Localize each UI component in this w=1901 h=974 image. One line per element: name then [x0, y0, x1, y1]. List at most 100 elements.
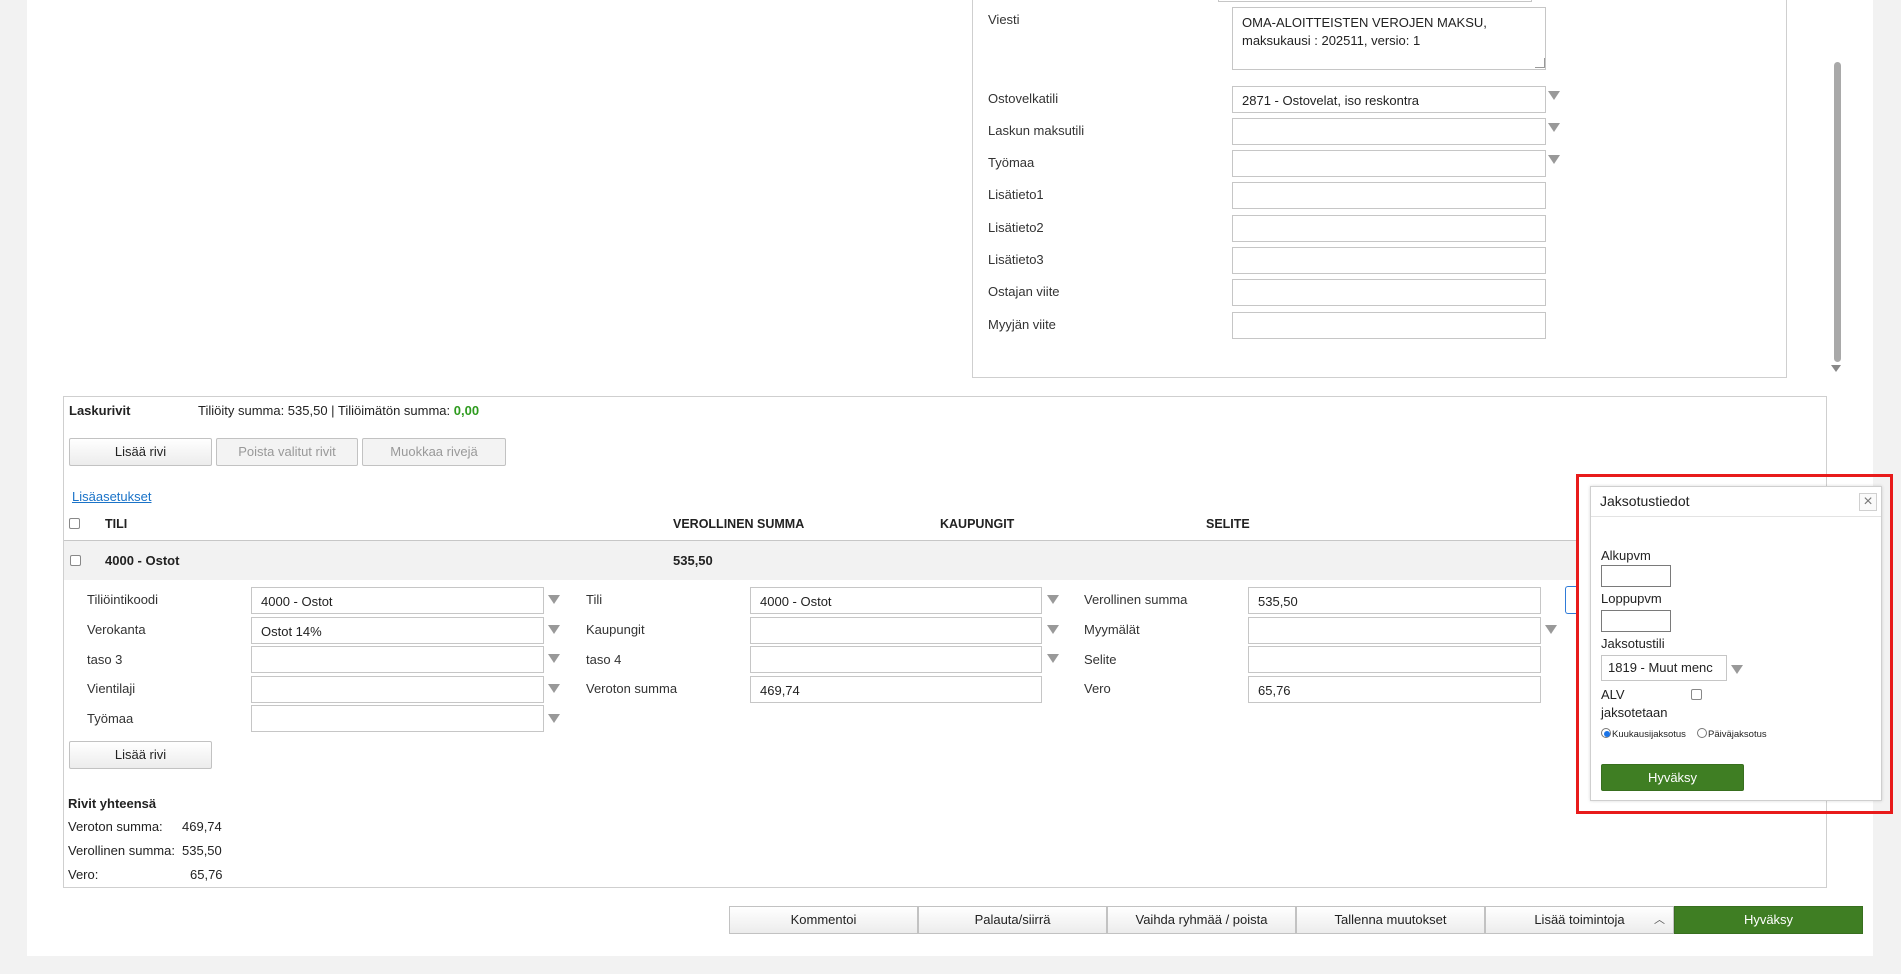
kaupungit-label: Kaupungit — [586, 622, 645, 637]
comment-button[interactable]: Kommentoi — [729, 906, 918, 934]
chevron-down-icon[interactable] — [548, 654, 560, 663]
myymalat-select[interactable] — [1248, 617, 1541, 644]
resize-handle[interactable] — [1535, 58, 1545, 68]
chevron-down-icon[interactable] — [548, 684, 560, 693]
viesti-textarea[interactable]: OMA-ALOITTEISTEN VEROJEN MAKSU, maksukau… — [1232, 7, 1546, 70]
lisatieto2-input[interactable] — [1232, 215, 1546, 242]
chevron-down-icon[interactable] — [1047, 625, 1059, 634]
totals-vero-value: 65,76 — [190, 867, 223, 882]
totals-title: Rivit yhteensä — [68, 796, 157, 811]
lisatieto1-input[interactable] — [1232, 182, 1546, 209]
laskun-maksutili-label: Laskun maksutili — [988, 123, 1085, 138]
change-group-delete-button[interactable]: Vaihda ryhmää / poista — [1107, 906, 1296, 934]
selite-input[interactable] — [1248, 646, 1541, 673]
scrollbar-thumb[interactable] — [1834, 62, 1841, 362]
more-actions-button[interactable]: Lisää toimintoja ︿ — [1485, 906, 1674, 934]
vero-label: Vero — [1084, 681, 1111, 696]
alv-label: ALV — [1601, 687, 1625, 702]
edit-rows-button[interactable]: Muokkaa rivejä — [362, 438, 506, 466]
vero-input[interactable]: 65,76 — [1248, 676, 1541, 703]
daily-radio[interactable] — [1697, 728, 1707, 738]
dialog-title: Jaksotustiedot — [1600, 493, 1690, 509]
laskurivit-title: Laskurivit — [69, 403, 131, 418]
ostajan-viite-label: Ostajan viite — [988, 284, 1060, 299]
daily-radio-label: Päiväjaksotus — [1708, 729, 1767, 740]
lisatieto3-label: Lisätieto3 — [988, 252, 1044, 267]
chevron-up-icon: ︿ — [1654, 914, 1665, 926]
ostajan-viite-input[interactable] — [1232, 279, 1546, 306]
tili-label: Tili — [586, 592, 603, 607]
column-header-tili[interactable]: TILI — [105, 517, 127, 531]
verokanta-select[interactable]: Ostot 14% — [251, 617, 544, 644]
column-header-selite[interactable]: SELITE — [1206, 517, 1250, 531]
myyjan-viite-label: Myyjän viite — [988, 317, 1056, 332]
loppupvm-input[interactable] — [1601, 610, 1671, 632]
add-row-bottom-button[interactable]: Lisää rivi — [69, 741, 212, 769]
chevron-down-icon[interactable] — [548, 595, 560, 604]
posting-summary-text: Tiliöity summa: 535,50 | Tiliöimätön sum… — [198, 403, 454, 418]
select-all-checkbox[interactable] — [69, 518, 80, 529]
field-above-cutoff — [1218, 0, 1532, 2]
vientilaji-label: Vientilaji — [87, 681, 136, 696]
add-row-button[interactable]: Lisää rivi — [69, 438, 212, 466]
more-actions-label: Lisää toimintoja — [1534, 912, 1625, 927]
tyomaa-row-label: Työmaa — [87, 711, 134, 726]
chevron-down-icon[interactable] — [1545, 625, 1557, 634]
tili-select[interactable]: 4000 - Ostot — [750, 587, 1042, 614]
chevron-down-icon[interactable] — [1548, 123, 1560, 132]
laskun-maksutili-select[interactable] — [1232, 118, 1546, 145]
invoice-header-form: Viesti OMA-ALOITTEISTEN VEROJEN MAKSU, m… — [972, 0, 1787, 378]
dialog-approve-button[interactable]: Hyväksy — [1601, 764, 1744, 791]
more-settings-link[interactable]: Lisäasetukset — [72, 489, 152, 504]
taso4-label: taso 4 — [586, 652, 622, 667]
tiliointikoodi-label: Tiliöintikoodi — [87, 592, 159, 607]
alv-checkbox[interactable] — [1691, 689, 1702, 700]
column-header-verollinen-summa[interactable]: VEROLLINEN SUMMA — [673, 517, 804, 531]
selite-label: Selite — [1084, 652, 1117, 667]
chevron-down-icon[interactable] — [1731, 665, 1743, 674]
row-checkbox[interactable] — [70, 555, 81, 566]
jaksotustiedot-dialog: Jaksotustiedot × Alkupvm Loppupvm Jaksot… — [1590, 486, 1882, 801]
chevron-down-icon[interactable] — [548, 625, 560, 634]
row-tili: 4000 - Ostot — [105, 553, 180, 568]
delete-selected-rows-button[interactable]: Poista valitut rivit — [216, 438, 358, 466]
monthly-radio[interactable] — [1601, 728, 1611, 738]
chevron-down-icon[interactable] — [548, 714, 560, 723]
taso3-select[interactable] — [251, 646, 544, 673]
unposted-amount: 0,00 — [453, 403, 480, 418]
tiliointikoodi-select[interactable]: 4000 - Ostot — [251, 587, 544, 614]
approve-button[interactable]: Hyväksy — [1674, 906, 1863, 934]
kaupungit-select[interactable] — [750, 617, 1042, 644]
chevron-down-icon[interactable] — [1548, 91, 1560, 100]
ostovelkatili-select[interactable]: 2871 - Ostovelat, iso reskontra — [1232, 86, 1546, 113]
totals-verollinen-value: 535,50 — [182, 843, 222, 858]
close-icon[interactable]: × — [1859, 493, 1877, 511]
jaksotustili-select[interactable]: 1819 - Muut menc — [1601, 655, 1727, 681]
tyomaa-select[interactable] — [1232, 150, 1546, 177]
lisatieto3-input[interactable] — [1232, 247, 1546, 274]
scroll-down-arrow[interactable] — [1831, 365, 1841, 372]
row-verollinen-summa: 535,50 — [673, 553, 713, 568]
monthly-radio-label: Kuukausijaksotus — [1612, 729, 1686, 740]
totals-verollinen-label: Verollinen summa: — [68, 843, 175, 858]
chevron-down-icon[interactable] — [1047, 654, 1059, 663]
totals-vero-label: Vero: — [68, 867, 99, 882]
jaksotustili-label: Jaksotustili — [1601, 636, 1665, 651]
taso4-select[interactable] — [750, 646, 1042, 673]
return-move-button[interactable]: Palauta/siirrä — [918, 906, 1107, 934]
save-changes-button[interactable]: Tallenna muutokset — [1296, 906, 1485, 934]
myyjan-viite-input[interactable] — [1232, 312, 1546, 339]
tyomaa-row-select[interactable] — [251, 705, 544, 732]
alkupvm-input[interactable] — [1601, 565, 1671, 587]
chevron-down-icon[interactable] — [1047, 595, 1059, 604]
vientilaji-select[interactable] — [251, 676, 544, 703]
verollinen-summa-input[interactable]: 535,50 — [1248, 587, 1541, 614]
column-header-kaupungit[interactable]: KAUPUNGIT — [940, 517, 1014, 531]
verollinen-summa-label: Verollinen summa — [1084, 592, 1188, 607]
lisatieto1-label: Lisätieto1 — [988, 187, 1044, 202]
myymalat-label: Myymälät — [1084, 622, 1140, 637]
table-row[interactable] — [64, 540, 1579, 580]
veroton-summa-input[interactable]: 469,74 — [750, 676, 1042, 703]
viesti-label: Viesti — [988, 12, 1020, 27]
chevron-down-icon[interactable] — [1548, 155, 1560, 164]
